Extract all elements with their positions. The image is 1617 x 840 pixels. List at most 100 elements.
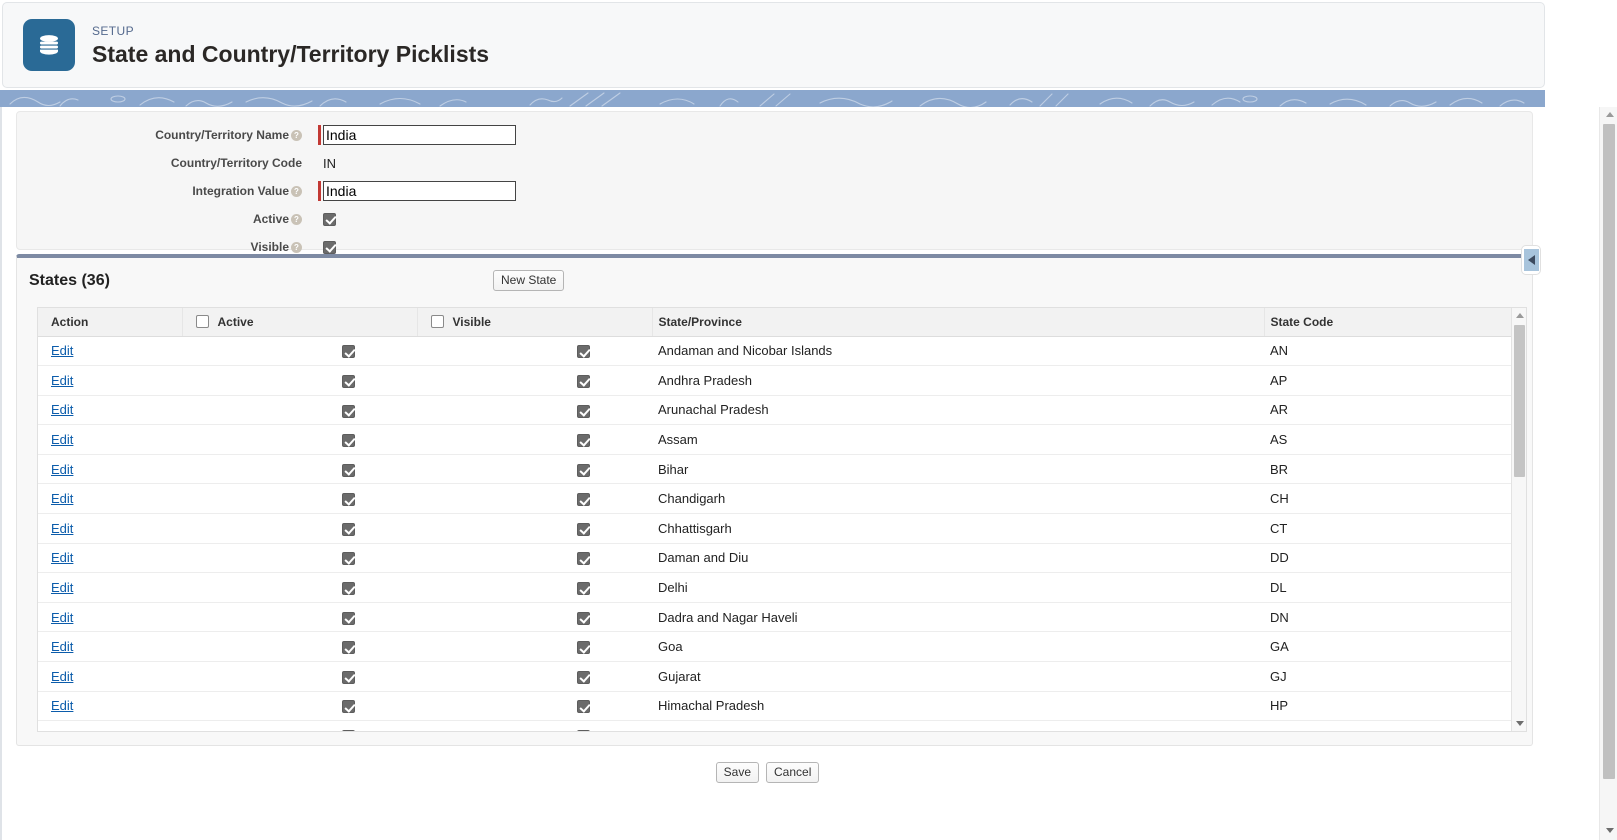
table-row: Edit Delhi DL (38, 572, 1512, 603)
cell-state-province: Dadra and Nagar Haveli (652, 602, 1264, 633)
cell-active (182, 631, 417, 663)
row-visible-checkbox[interactable] (577, 730, 590, 731)
integration-value-input[interactable] (323, 181, 516, 201)
chevron-left-icon (1523, 249, 1539, 271)
row-active-checkbox[interactable] (342, 641, 355, 655)
table-row: Edit Himachal Pradesh HP (38, 691, 1512, 722)
table-header-row: Action Active Visible State/Province Sta… (38, 308, 1513, 337)
edit-link[interactable]: Edit (51, 639, 73, 654)
save-button[interactable]: Save (715, 762, 759, 783)
edit-link[interactable]: Edit (51, 669, 73, 684)
cell-visible (417, 572, 652, 603)
edit-link[interactable]: Edit (51, 402, 73, 417)
row-visible-checkbox[interactable] (577, 670, 590, 684)
help-icon[interactable]: ? (291, 186, 302, 197)
row-active-checkbox[interactable] (342, 730, 355, 731)
cell-state-code: DN (1264, 602, 1512, 633)
table-row: Edit Goa GA (38, 631, 1512, 663)
edit-link[interactable]: Edit (51, 550, 73, 565)
active-checkbox[interactable] (323, 212, 336, 226)
row-visible-checkbox[interactable] (577, 552, 590, 566)
cell-visible (417, 454, 652, 485)
row-visible-checkbox[interactable] (577, 611, 590, 625)
row-active-checkbox[interactable] (342, 522, 355, 536)
table-row: Edit Assam AS (38, 424, 1512, 455)
row-visible-checkbox[interactable] (577, 434, 590, 448)
header-text-block: SETUP State and Country/Territory Pickli… (92, 24, 489, 67)
row-visible-checkbox[interactable] (577, 345, 590, 359)
visible-checkbox[interactable] (323, 240, 336, 254)
table-row: Edit Dadra and Nagar Haveli DN (38, 602, 1512, 633)
cell-state-province: Gujarat (652, 661, 1264, 692)
edit-link[interactable]: Edit (51, 580, 73, 595)
page-scroll-thumb[interactable] (1603, 124, 1615, 779)
sidebar-collapse-toggle[interactable] (1521, 245, 1541, 275)
cell-state-province: Andhra Pradesh (652, 365, 1264, 396)
help-icon[interactable]: ? (291, 242, 302, 253)
select-all-active-checkbox[interactable] (195, 314, 209, 328)
cell-visible (417, 543, 652, 574)
help-icon[interactable]: ? (291, 130, 302, 141)
table-row: Edit Arunachal Pradesh AR (38, 395, 1512, 426)
table-row: Edit Gujarat GJ (38, 661, 1512, 692)
page-scrollbar[interactable] (1599, 107, 1617, 840)
edit-link[interactable]: Edit (51, 521, 73, 536)
edit-link[interactable]: Edit (51, 610, 73, 625)
edit-link[interactable]: Edit (51, 432, 73, 447)
row-visible-checkbox[interactable] (577, 582, 590, 596)
row-active-checkbox[interactable] (342, 700, 355, 714)
edit-link[interactable]: Edit (51, 698, 73, 713)
row-visible-checkbox[interactable] (577, 463, 590, 477)
table-scrollbar[interactable] (1511, 308, 1526, 731)
row-visible-checkbox[interactable] (577, 404, 590, 418)
row-visible-checkbox[interactable] (577, 700, 590, 714)
page-scroll-down-arrow-icon[interactable] (1602, 823, 1617, 838)
row-visible-checkbox[interactable] (577, 522, 590, 536)
row-active-checkbox[interactable] (342, 374, 355, 388)
row-visible-checkbox[interactable] (577, 641, 590, 655)
scroll-down-arrow-icon[interactable] (1512, 716, 1526, 731)
row-active-checkbox[interactable] (342, 611, 355, 625)
cell-action: Edit (38, 661, 182, 692)
row-visible-checkbox[interactable] (577, 374, 590, 388)
states-title: States (36) (29, 271, 110, 289)
row-active-checkbox[interactable] (342, 670, 355, 684)
cell-visible (417, 631, 652, 663)
table-scroll-thumb[interactable] (1514, 325, 1525, 477)
row-active-checkbox[interactable] (342, 345, 355, 359)
cell-state-code: AP (1264, 365, 1512, 396)
help-icon[interactable]: ? (291, 214, 302, 225)
states-related-list: States (36) New State Action Active Visi… (16, 254, 1533, 746)
cell-visible (417, 661, 652, 692)
states-table-container: Action Active Visible State/Province Sta… (37, 307, 1527, 732)
cell-state-province: Chandigarh (652, 483, 1264, 515)
cell-active (182, 602, 417, 633)
scrollbar-top-cap (1599, 0, 1617, 107)
row-visible-checkbox[interactable] (577, 493, 590, 507)
scroll-up-arrow-icon[interactable] (1512, 308, 1526, 323)
new-state-button[interactable]: New State (493, 270, 565, 291)
select-all-visible-checkbox[interactable] (430, 314, 444, 328)
page-scroll-up-arrow-icon[interactable] (1602, 107, 1617, 122)
edit-link[interactable]: Edit (51, 462, 73, 477)
row-active-checkbox[interactable] (342, 552, 355, 566)
cell-state-province: Himachal Pradesh (652, 691, 1264, 722)
label-visible-text: Visible (250, 240, 289, 254)
cell-state-province: Arunachal Pradesh (652, 395, 1264, 426)
row-active-checkbox[interactable] (342, 404, 355, 418)
country-name-input[interactable] (323, 125, 516, 145)
row-active-checkbox[interactable] (342, 493, 355, 507)
row-active-checkbox[interactable] (342, 582, 355, 596)
cell-active (182, 513, 417, 544)
column-header-code: State Code (1264, 308, 1513, 337)
table-row: Edit Andhra Pradesh AP (38, 365, 1512, 396)
cell-action: Edit (38, 336, 182, 367)
row-active-checkbox[interactable] (342, 463, 355, 477)
edit-link[interactable]: Edit (51, 343, 73, 358)
field-row-integration-value: Integration Value? (17, 179, 1532, 203)
edit-link[interactable]: Edit (51, 491, 73, 506)
edit-link[interactable]: Edit (51, 373, 73, 388)
cell-state-province: Daman and Diu (652, 543, 1264, 574)
cancel-button[interactable]: Cancel (766, 762, 820, 783)
row-active-checkbox[interactable] (342, 434, 355, 448)
